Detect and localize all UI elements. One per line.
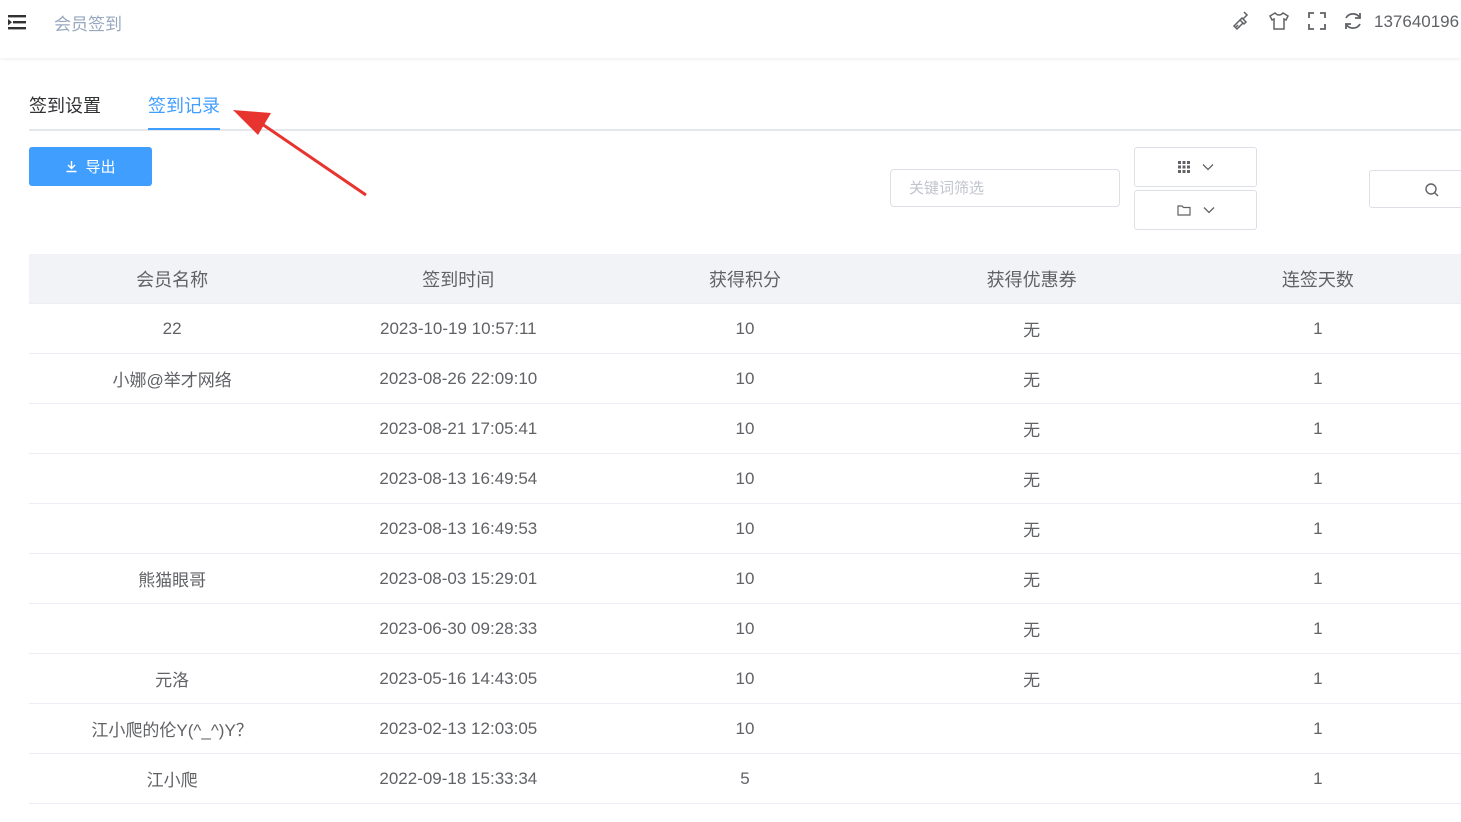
table-cell: 江小爬 (146, 771, 198, 790)
table-cell: 无 (1023, 471, 1041, 490)
table-cell: 10 (735, 418, 755, 438)
table-cell: 10 (735, 368, 755, 388)
table-cell: 2023-05-16 14:43:05 (379, 668, 538, 688)
export-button[interactable]: 导出 (29, 147, 152, 186)
table-cell: 10 (735, 518, 755, 538)
fullscreen-icon[interactable] (1306, 10, 1328, 32)
table-cell: 10 (735, 318, 755, 338)
tab-checkin-records[interactable]: 签到记录 (148, 92, 220, 130)
table-cell: 江小爬的伦Y(^_^)Y？ (91, 721, 253, 740)
table-cell: 2023-08-26 22:09:10 (379, 368, 538, 388)
table-cell: 无 (1023, 321, 1041, 340)
refresh-icon[interactable] (1342, 10, 1364, 32)
table-row[interactable]: 2023-08-13 16:49:54 10 无 1 (29, 454, 1461, 504)
table-cell: 5 (740, 768, 750, 788)
table-cell: 2023-08-13 16:49:53 (379, 518, 538, 538)
table-row[interactable]: 熊猫眼哥 2023-08-03 15:29:01 10 无 1 (29, 554, 1461, 604)
table-cell: 1 (1313, 318, 1323, 338)
table-cell: 10 (735, 568, 755, 588)
table-cell: 2023-08-03 15:29:01 (379, 568, 538, 588)
table-cell: 10 (735, 618, 755, 638)
table-header: 会员名称 签到时间 获得积分 获得优惠券 连签天数 (29, 254, 1461, 304)
table-cell: 1 (1313, 718, 1323, 738)
folder-icon (1176, 205, 1191, 216)
table-cell: 无 (1023, 371, 1041, 390)
table-cell: 2023-08-13 16:49:54 (379, 468, 538, 488)
checkin-records-table: 会员名称 签到时间 获得积分 获得优惠券 连签天数 22 2023-10-19 1… (29, 254, 1461, 804)
search-button[interactable] (1369, 170, 1461, 208)
column-header[interactable]: 会员名称 (29, 266, 315, 292)
columns-grid-icon (1177, 161, 1190, 173)
search-icon (1425, 183, 1439, 197)
top-navbar: 会员签到 137640196 (0, 0, 1461, 58)
export-options-button[interactable] (1134, 190, 1257, 230)
table-cell: 小娜@举才网络 (112, 371, 232, 390)
chevron-down-icon (1203, 207, 1214, 214)
column-header[interactable]: 获得优惠券 (889, 266, 1175, 292)
table-cell: 22 (162, 318, 182, 338)
table-row[interactable]: 2023-06-30 09:28:33 10 无 1 (29, 604, 1461, 654)
shirt-icon[interactable] (1268, 10, 1290, 32)
table-cell: 10 (735, 468, 755, 488)
table-body: 22 2023-10-19 10:57:11 10 无 1 小娜@举才网络 2023-08-… (29, 304, 1461, 804)
table-cell: 1 (1313, 518, 1323, 538)
table-cell: 无 (1023, 521, 1041, 540)
menu-fold-icon[interactable] (6, 12, 28, 32)
table-cell: 2023-06-30 09:28:33 (379, 618, 538, 638)
keyword-filter-input[interactable] (890, 169, 1120, 207)
table-cell: 1 (1313, 768, 1323, 788)
chevron-down-icon (1202, 164, 1213, 171)
tab-checkin-settings[interactable]: 签到设置 (29, 92, 101, 128)
table-row[interactable]: 元洛 2023-05-16 14:43:05 10 无 1 (29, 654, 1461, 704)
table-cell: 1 (1313, 618, 1323, 638)
table-cell: 2023-02-13 12:03:05 (379, 718, 538, 738)
table-cell: 2022-09-18 15:33:34 (379, 768, 538, 788)
column-toggle-button[interactable] (1134, 147, 1257, 187)
table-cell: 无 (1023, 421, 1041, 440)
export-button-label: 导出 (85, 159, 116, 176)
table-cell: 无 (1023, 671, 1041, 690)
column-header[interactable]: 获得积分 (601, 266, 888, 292)
page-title: 会员签到 (54, 15, 122, 34)
table-cell: 1 (1313, 368, 1323, 388)
table-cell: 1 (1313, 568, 1323, 588)
column-header[interactable]: 连签天数 (1175, 266, 1461, 292)
download-icon (66, 161, 77, 173)
table-cell: 2023-10-19 10:57:11 (380, 318, 537, 338)
table-cell: 10 (735, 668, 755, 688)
table-cell: 熊猫眼哥 (138, 571, 207, 590)
table-cell: 1 (1313, 668, 1323, 688)
account-name[interactable]: 137640196 (1374, 12, 1459, 32)
table-cell: 10 (735, 718, 755, 738)
table-row[interactable]: 江小爬 2022-09-18 15:33:34 5 1 (29, 754, 1461, 804)
table-cell: 无 (1023, 621, 1041, 640)
table-cell: 1 (1313, 418, 1323, 438)
table-row[interactable]: 2023-08-13 16:49:53 10 无 1 (29, 504, 1461, 554)
column-header[interactable]: 签到时间 (315, 266, 601, 292)
table-row[interactable]: 22 2023-10-19 10:57:11 10 无 1 (29, 304, 1461, 354)
table-row[interactable]: 江小爬的伦Y(^_^)Y？ 2023-02-13 12:03:05 10 1 (29, 704, 1461, 754)
table-cell: 无 (1023, 571, 1041, 590)
table-cell: 2023-08-21 17:05:41 (379, 418, 538, 438)
tab-bar: 签到设置 签到记录 (29, 86, 1461, 131)
table-cell: 元洛 (155, 671, 190, 690)
table-cell: 1 (1313, 468, 1323, 488)
table-row[interactable]: 小娜@举才网络 2023-08-26 22:09:10 10 无 1 (29, 354, 1461, 404)
brush-icon[interactable] (1231, 10, 1253, 32)
table-row[interactable]: 2023-08-21 17:05:41 10 无 1 (29, 404, 1461, 454)
